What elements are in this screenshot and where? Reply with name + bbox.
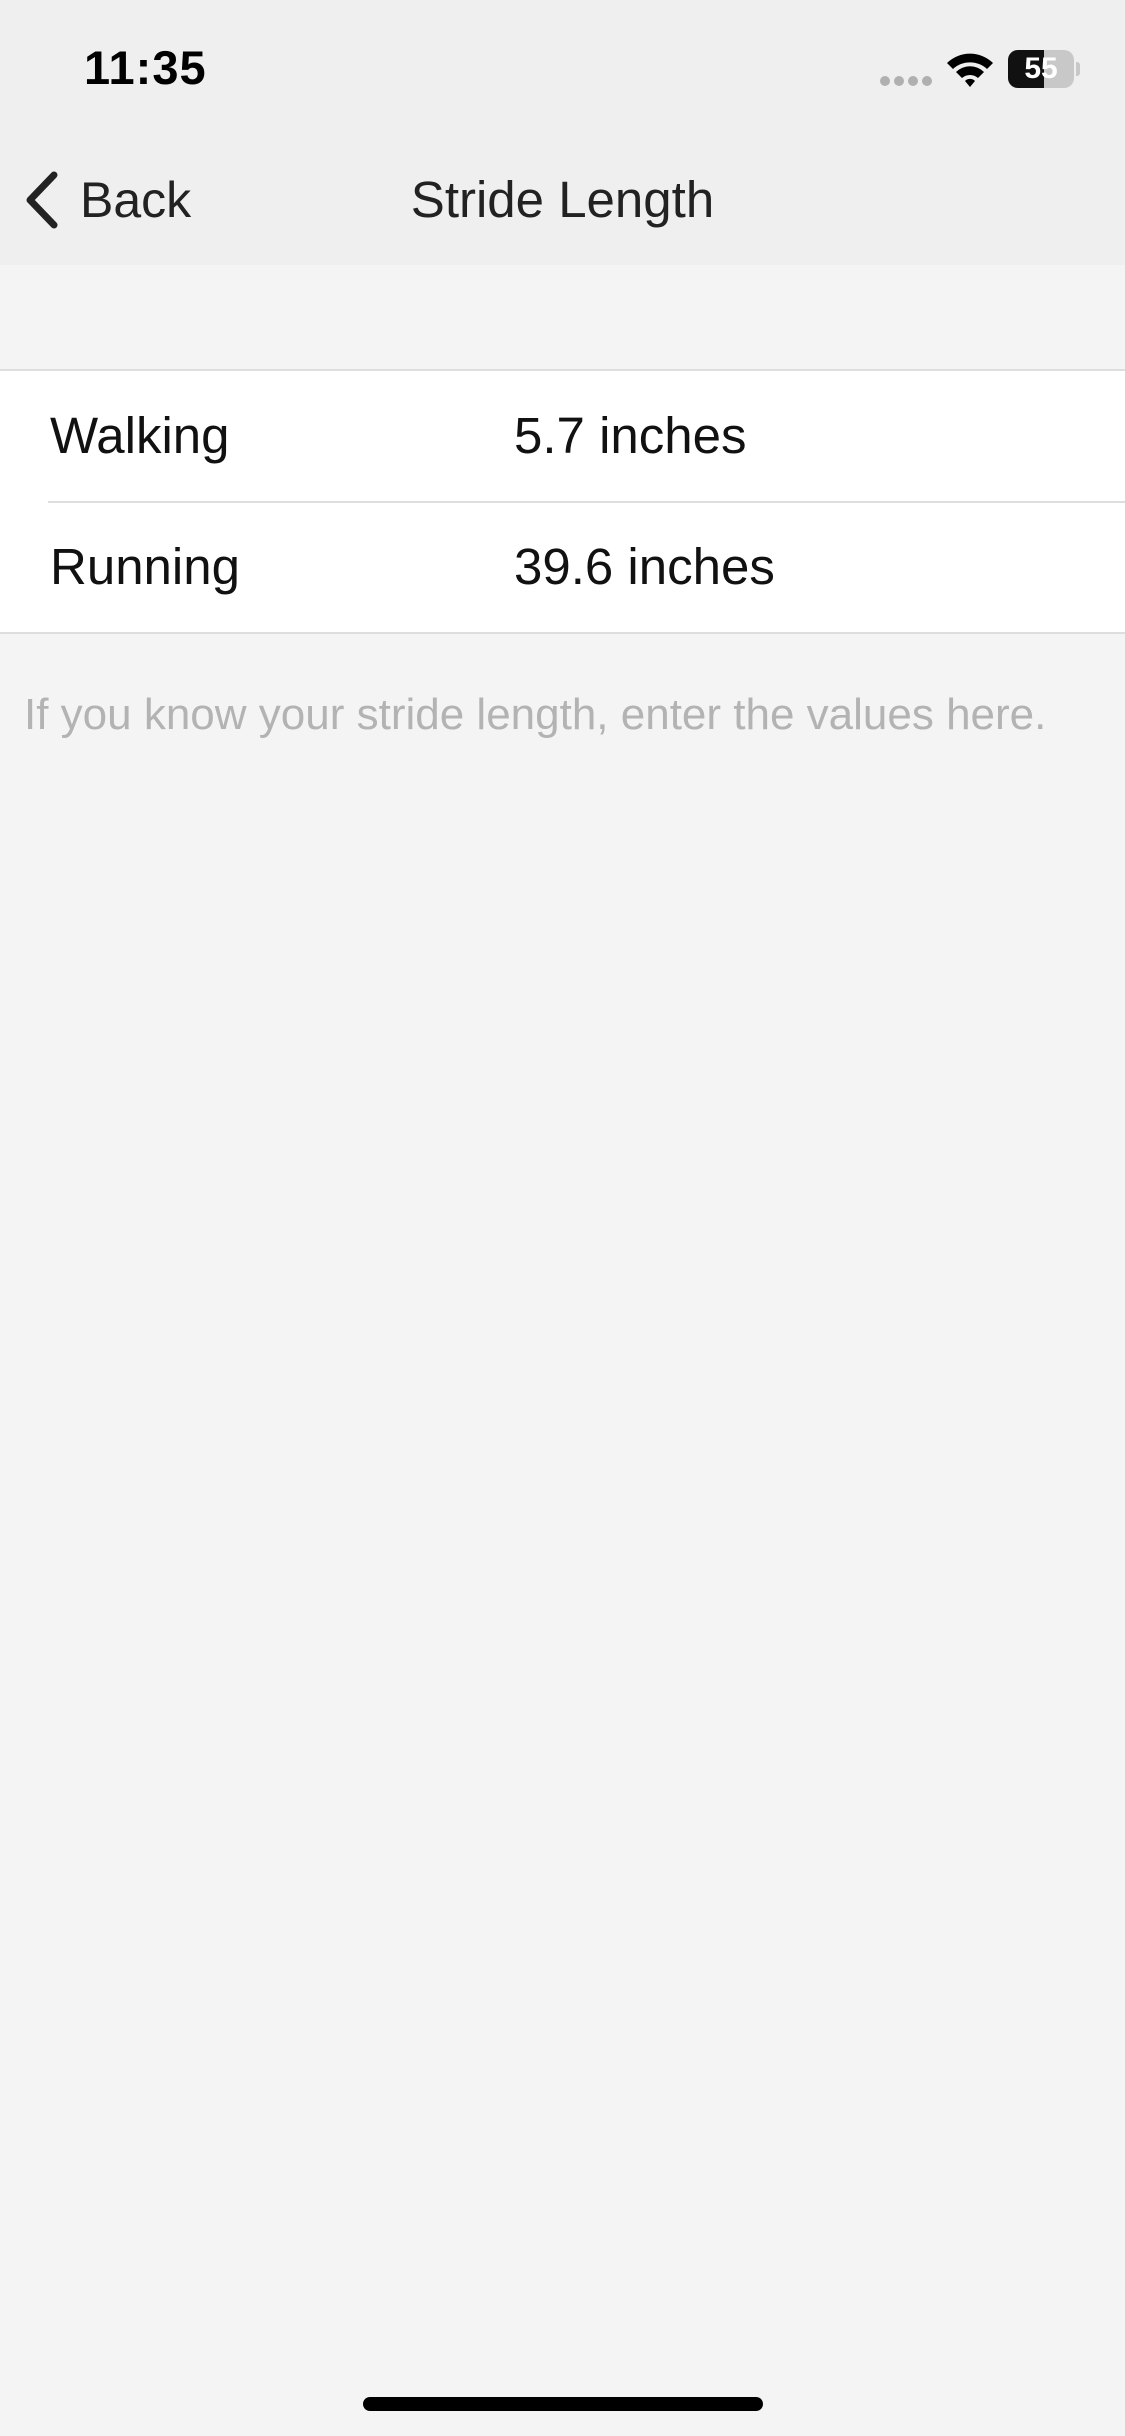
stride-row-running[interactable]: Running 39.6 inches <box>0 502 1125 632</box>
wifi-icon <box>947 53 993 87</box>
stride-row-label: Walking <box>50 407 230 464</box>
stride-row-value: 5.7 inches <box>514 407 747 464</box>
navigation-bar: Back Stride Length <box>0 140 1125 265</box>
stride-row-walking[interactable]: Walking 5.7 inches <box>0 371 1125 503</box>
home-indicator[interactable] <box>363 2397 763 2411</box>
battery-level: 55 <box>1024 52 1058 85</box>
status-bar: 11:35 55 <box>0 0 1125 140</box>
stride-row-value: 39.6 inches <box>514 538 775 595</box>
page-title: Stride Length <box>410 171 715 228</box>
stride-row-label: Running <box>50 538 240 595</box>
stride-length-list: Walking 5.7 inches Running 39.6 inches <box>0 369 1125 634</box>
stride-help-text: If you know your stride length, enter th… <box>24 690 1047 739</box>
stride-length-screen: 11:35 55 Back Stride Length Walking 5.7 … <box>0 0 1125 2436</box>
cellular-signal-icon <box>880 76 934 86</box>
battery-icon: 55 <box>1008 50 1080 88</box>
status-time: 11:35 <box>84 41 207 94</box>
